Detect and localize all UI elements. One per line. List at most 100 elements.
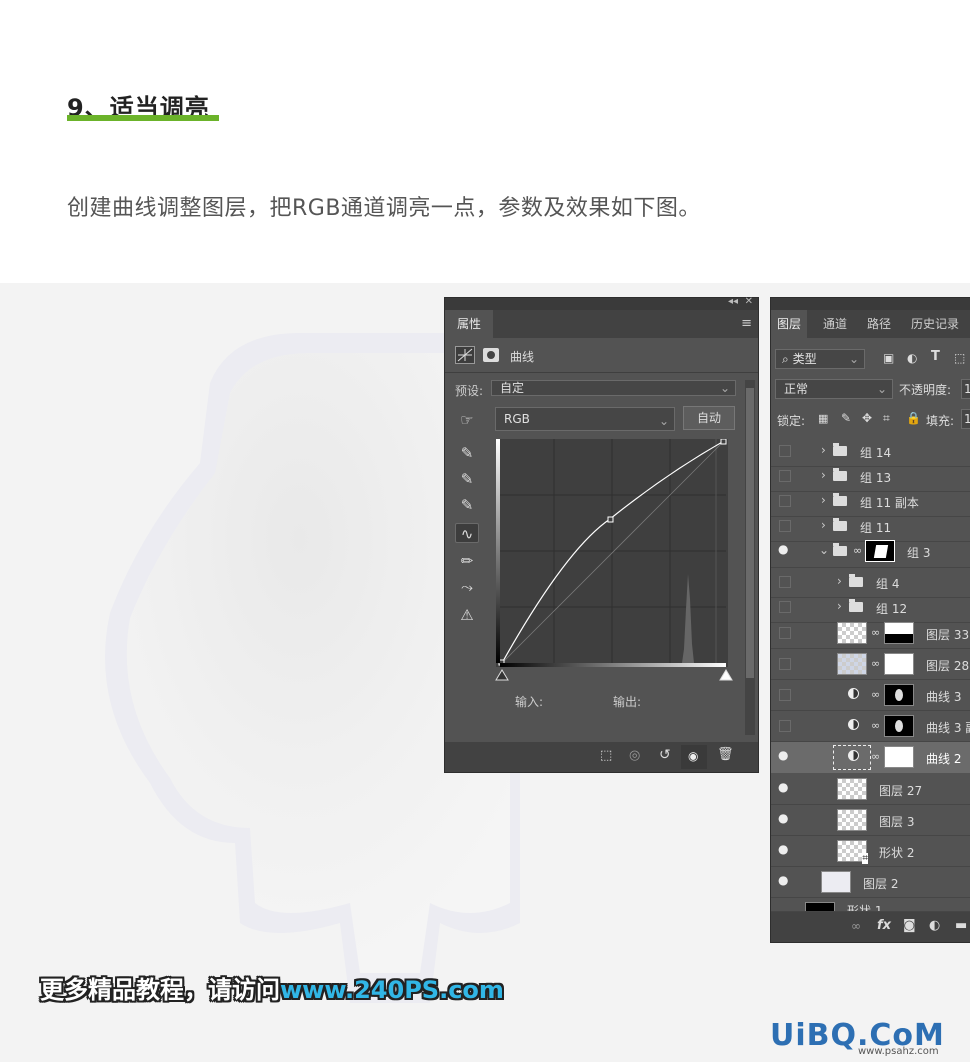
layer-row[interactable]: ● 图层 2 bbox=[771, 867, 970, 898]
layer-row[interactable]: ∞ 图层 33 bbox=[771, 618, 970, 649]
clipping-warning-icon[interactable]: ⚠ bbox=[457, 605, 477, 625]
layer-mask-thumbnail[interactable] bbox=[884, 653, 914, 675]
white-eyedropper-icon[interactable]: ✎ bbox=[457, 495, 477, 515]
new-group-icon[interactable]: ▬ bbox=[955, 918, 967, 933]
shape-filter-icon[interactable]: ⬚ bbox=[954, 351, 965, 365]
gray-eyedropper-icon[interactable]: ✎ bbox=[457, 469, 477, 489]
lock-paint-icon[interactable]: ✎ bbox=[841, 411, 851, 425]
layer-row[interactable]: ● 图层 27 bbox=[771, 774, 970, 805]
channel-select[interactable]: RGB ⌄ bbox=[495, 407, 675, 431]
eye-icon[interactable]: ● bbox=[778, 780, 788, 794]
visibility-checkbox[interactable] bbox=[779, 627, 791, 639]
layer-thumbnail[interactable] bbox=[805, 902, 835, 911]
tab-paths[interactable]: 路径 bbox=[867, 310, 891, 338]
fill-input[interactable]: 1 bbox=[961, 409, 970, 429]
visibility-checkbox[interactable] bbox=[779, 689, 791, 701]
visibility-checkbox[interactable] bbox=[779, 658, 791, 670]
layer-mask-thumbnail[interactable] bbox=[884, 746, 914, 768]
chevron-right-icon[interactable]: › bbox=[837, 574, 842, 588]
eye-icon[interactable]: ● bbox=[778, 811, 788, 825]
visibility-checkbox[interactable] bbox=[779, 576, 791, 588]
new-adjustment-icon[interactable]: ◐ bbox=[929, 918, 940, 933]
layer-thumbnail[interactable] bbox=[837, 622, 867, 644]
layer-row[interactable]: 形状 1 bbox=[771, 898, 970, 912]
layer-row-selected[interactable]: ● ∞ 曲线 2 bbox=[771, 742, 970, 773]
layer-name: 组 11 副本 bbox=[860, 496, 919, 510]
curve-points-tool-icon[interactable]: ∿ bbox=[455, 523, 479, 543]
pencil-icon[interactable]: ✏ bbox=[457, 551, 477, 571]
layer-row[interactable]: ● ⌗ 形状 2 bbox=[771, 836, 970, 867]
layer-row[interactable]: ● ⌄ ∞ 组 3 bbox=[771, 536, 970, 568]
layer-thumbnail[interactable] bbox=[837, 809, 867, 831]
layer-row[interactable]: ∞ 曲线 3 副 bbox=[771, 711, 970, 742]
white-point-slider[interactable] bbox=[719, 669, 733, 681]
view-previous-icon[interactable]: ◎ bbox=[629, 748, 640, 763]
add-mask-icon[interactable]: ◙ bbox=[903, 918, 916, 933]
tab-layers[interactable]: 图层 bbox=[771, 310, 808, 338]
smooth-icon[interactable]: ⤳ bbox=[457, 577, 477, 597]
type-filter-icon[interactable]: T bbox=[931, 349, 940, 364]
blend-mode-select[interactable]: 正常 ⌄ bbox=[775, 379, 893, 399]
eye-icon[interactable]: ● bbox=[778, 873, 788, 887]
layer-row[interactable]: ● 图层 3 bbox=[771, 805, 970, 836]
target-adjust-icon[interactable]: ☞ bbox=[457, 410, 477, 430]
layer-thumbnail[interactable] bbox=[837, 653, 867, 675]
layer-thumbnail[interactable] bbox=[837, 778, 867, 800]
fx-icon[interactable]: fx bbox=[877, 918, 891, 933]
curves-graph[interactable] bbox=[496, 439, 728, 667]
layer-thumbnail[interactable]: ⌗ bbox=[837, 840, 868, 864]
eye-icon[interactable]: ● bbox=[778, 748, 788, 762]
reset-icon[interactable]: ↺ bbox=[659, 747, 671, 763]
clip-to-layer-icon[interactable]: ⬚ bbox=[600, 748, 612, 763]
chevron-down-icon[interactable]: ⌄ bbox=[819, 543, 829, 557]
visibility-checkbox[interactable] bbox=[779, 601, 791, 613]
group-mask-thumbnail[interactable] bbox=[865, 540, 895, 562]
chevron-right-icon[interactable]: › bbox=[821, 518, 826, 532]
preset-select[interactable]: 自定 ⌄ bbox=[491, 380, 736, 396]
visibility-checkbox[interactable] bbox=[779, 445, 791, 457]
chevron-right-icon[interactable]: › bbox=[821, 468, 826, 482]
lock-move-icon[interactable]: ✥ bbox=[862, 411, 872, 425]
layer-row[interactable]: ∞ 图层 28 bbox=[771, 649, 970, 680]
link-layers-icon[interactable]: ∞ bbox=[851, 919, 861, 933]
layer-filter-select[interactable]: ⌕ 类型 ⌄ bbox=[775, 349, 865, 369]
close-icon[interactable]: ✕ bbox=[745, 296, 753, 307]
black-point-slider[interactable] bbox=[495, 669, 509, 681]
chevron-right-icon[interactable]: › bbox=[821, 493, 826, 507]
curve-point-mid[interactable] bbox=[607, 516, 614, 523]
black-eyedropper-icon[interactable]: ✎ bbox=[457, 443, 477, 463]
delete-icon[interactable]: 🗑 bbox=[717, 747, 734, 762]
lock-all-icon[interactable]: 🔒 bbox=[906, 411, 921, 425]
layer-mask-icon[interactable] bbox=[483, 348, 499, 362]
layer-mask-thumbnail[interactable] bbox=[884, 715, 914, 737]
visibility-checkbox[interactable] bbox=[779, 470, 791, 482]
tab-channels[interactable]: 通道 bbox=[823, 310, 847, 338]
promo-link[interactable]: www.240PS.com bbox=[280, 976, 504, 1004]
visibility-checkbox[interactable] bbox=[779, 520, 791, 532]
auto-button[interactable]: 自动 bbox=[683, 406, 735, 430]
opacity-input[interactable]: 1 bbox=[961, 379, 970, 399]
adjustment-filter-icon[interactable]: ◐ bbox=[907, 351, 917, 365]
layer-row[interactable]: ∞ 曲线 3 bbox=[771, 680, 970, 711]
tab-properties[interactable]: 属性 bbox=[445, 310, 494, 338]
eye-icon[interactable]: ● bbox=[778, 542, 788, 556]
lock-transparent-icon[interactable]: ▦ bbox=[818, 412, 828, 425]
tab-history[interactable]: 历史记录 bbox=[911, 310, 959, 338]
pixel-filter-icon[interactable]: ▣ bbox=[883, 351, 894, 365]
chevron-right-icon[interactable]: › bbox=[837, 599, 842, 613]
chevron-right-icon[interactable]: › bbox=[821, 443, 826, 457]
layer-thumbnail[interactable] bbox=[821, 871, 851, 893]
visibility-toggle[interactable]: ◉ bbox=[681, 745, 707, 769]
properties-scrollbar[interactable] bbox=[745, 380, 755, 735]
lock-artboard-icon[interactable]: ⌗ bbox=[883, 411, 890, 426]
panel-menu-icon[interactable]: ≡ bbox=[741, 316, 752, 331]
layer-mask-thumbnail[interactable] bbox=[884, 622, 914, 644]
fill-label: 填充: bbox=[926, 414, 955, 428]
layer-mask-thumbnail[interactable] bbox=[884, 684, 914, 706]
curve-point-white[interactable] bbox=[720, 439, 727, 445]
visibility-checkbox[interactable] bbox=[779, 495, 791, 507]
panel-titlebar: ◂◂ ✕ bbox=[445, 296, 758, 310]
collapse-icon[interactable]: ◂◂ bbox=[728, 296, 738, 307]
eye-icon[interactable]: ● bbox=[778, 842, 788, 856]
visibility-checkbox[interactable] bbox=[779, 720, 791, 732]
